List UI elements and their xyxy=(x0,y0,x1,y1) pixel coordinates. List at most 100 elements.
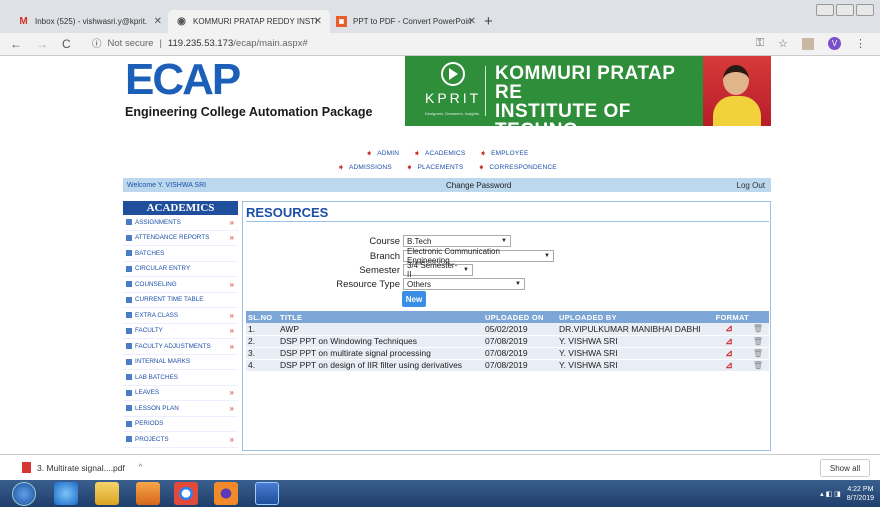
url-field[interactable]: ⓘ Not secure | 119.235.53.173/ecap/main.… xyxy=(92,36,308,51)
forward-icon[interactable]: → xyxy=(36,37,48,51)
sidebar-item-label: CURRENT TIME TABLE xyxy=(135,296,204,304)
minimize-button[interactable] xyxy=(816,4,834,16)
download-item[interactable]: 3. Multirate signal....pdf ^ xyxy=(22,462,142,473)
table-header-row: SL.NO TITLE UPLOADED ON UPLOADED BY FORM… xyxy=(246,311,769,323)
welcome-bar: Welcome Y. VISHWA SRI Change Password Lo… xyxy=(123,178,771,192)
menu-admissions[interactable]: ➧ ADMISSIONS xyxy=(337,162,392,173)
chevron-down-icon: ▼ xyxy=(544,253,550,259)
pdf-icon[interactable]: ⊿ xyxy=(725,348,733,358)
explorer-icon[interactable] xyxy=(95,482,119,505)
cell-slno: 3. xyxy=(246,347,278,360)
chrome-icon[interactable] xyxy=(174,482,198,505)
sidebar-item[interactable]: ASSIGNMENTS » xyxy=(123,215,238,231)
sidebar-item[interactable]: CIRCULAR ENTRY xyxy=(123,262,238,277)
folder-icon xyxy=(126,250,132,257)
sidebar-item[interactable]: PERIODS xyxy=(123,417,238,432)
back-icon[interactable]: ← xyxy=(10,37,22,51)
security-label: Not secure xyxy=(107,37,154,49)
trash-icon[interactable]: 🗑 xyxy=(753,337,763,346)
chevron-right-icon: » xyxy=(229,403,234,413)
pdf-icon[interactable]: ⊿ xyxy=(725,336,733,346)
sidebar-item[interactable]: FACULTY » xyxy=(123,324,238,339)
downloads-bar: 3. Multirate signal....pdf ^ Show all xyxy=(0,454,880,480)
close-icon[interactable]: ✕ xyxy=(154,16,162,27)
start-button[interactable] xyxy=(12,482,36,506)
resource-type-label: Resource Type xyxy=(336,278,400,290)
ie-icon[interactable] xyxy=(54,482,78,505)
sidebar-item[interactable]: EXTRA CLASS » xyxy=(123,308,238,324)
cell-slno: 2. xyxy=(246,335,278,348)
sidebar: ACADEMICS ASSIGNMENTS» ATTENDANCE REPORTS… xyxy=(123,201,238,449)
menu-employee[interactable]: ➧ EMPLOYEE xyxy=(479,148,528,159)
new-button[interactable]: New xyxy=(402,291,426,307)
show-all-button[interactable]: Show all xyxy=(820,459,870,477)
tray-icons[interactable]: ▴ ◧ ◨ xyxy=(820,490,841,498)
tab-title: Inbox (525) - vishwasri.y@kprit. xyxy=(35,17,148,26)
star-icon[interactable]: ☆ xyxy=(778,37,788,50)
sidebar-item[interactable]: FACULTY ADJUSTMENTS » xyxy=(123,339,238,355)
new-tab-button[interactable]: + xyxy=(484,13,493,30)
menu-placements[interactable]: ➧ PLACEMENTS xyxy=(406,162,464,173)
chevron-right-icon: » xyxy=(229,310,234,320)
key-icon[interactable]: ⚿ xyxy=(756,37,764,50)
sidebar-item[interactable]: LAB BATCHES xyxy=(123,370,238,386)
folder-icon xyxy=(126,374,132,381)
sidebar-item[interactable]: COUNSELING » xyxy=(123,277,238,293)
trash-icon[interactable]: 🗑 xyxy=(753,324,763,333)
sidebar-item[interactable]: CURRENT TIME TABLE xyxy=(123,293,238,308)
menu-academics[interactable]: ➧ ACADEMICS xyxy=(413,148,465,159)
sidebar-item[interactable]: INTERNAL MARKS xyxy=(123,355,238,370)
clock[interactable]: 4:22 PM 8/7/2019 xyxy=(847,485,874,503)
menu-icon[interactable]: ⋮ xyxy=(855,37,866,50)
close-icon[interactable]: ✕ xyxy=(468,16,476,27)
tab-gmail[interactable]: M Inbox (525) - vishwasri.y@kprit. ✕ xyxy=(10,10,170,33)
tab-kprit[interactable]: ◉ KOMMURI PRATAP REDDY INSTI ✕ xyxy=(168,10,330,33)
cell-uploaded-by: DR.VIPULKUMAR MANIBHAI DABHI xyxy=(557,323,707,336)
reload-icon[interactable]: C xyxy=(62,37,71,51)
semester-value: 3/4 Semester-II xyxy=(407,261,458,279)
folder-icon xyxy=(126,389,132,396)
media-player-icon[interactable] xyxy=(136,482,160,505)
sidebar-item[interactable]: ATTENDANCE REPORTS » xyxy=(123,231,238,246)
menu-admin[interactable]: ➧ ADMIN xyxy=(365,148,399,159)
resource-type-select[interactable]: Others ▼ xyxy=(403,278,525,290)
cell-uploaded-by: Y. VISHWA SRI xyxy=(557,359,707,372)
word-icon[interactable] xyxy=(255,482,279,505)
change-password-link[interactable]: Change Password xyxy=(446,181,511,190)
sidebar-item-label: FACULTY ADJUSTMENTS xyxy=(135,342,211,350)
table-row: 2. DSP PPT on Windowing Techniques 07/08/2… xyxy=(246,335,769,348)
trash-icon[interactable]: 🗑 xyxy=(753,361,763,370)
pdf-icon[interactable]: ⊿ xyxy=(725,360,733,370)
kprit-emblem-icon xyxy=(441,62,465,86)
col-title: TITLE xyxy=(278,311,483,323)
sidebar-item[interactable]: PROJECTS » xyxy=(123,432,238,448)
profile-avatar[interactable]: V xyxy=(828,37,841,50)
course-select[interactable]: B.Tech ▼ xyxy=(403,235,511,247)
cell-slno: 4. xyxy=(246,359,278,372)
sidebar-item[interactable]: LESSON PLAN » xyxy=(123,401,238,417)
gmail-icon: M xyxy=(19,16,28,27)
extension-icon[interactable] xyxy=(802,37,814,50)
col-uploaded-on: UPLOADED ON xyxy=(483,311,557,323)
sidebar-item-label: ATTENDANCE REPORTS xyxy=(135,234,210,242)
maximize-button[interactable] xyxy=(836,4,854,16)
menu-correspondence[interactable]: ➧ CORRESPONDENCE xyxy=(478,162,557,173)
pdf-icon[interactable]: ⊿ xyxy=(725,323,733,333)
download-filename: 3. Multirate signal....pdf xyxy=(37,462,125,473)
semester-row: Semester 3/4 Semester-II ▼ xyxy=(243,261,772,279)
close-window-button[interactable] xyxy=(856,4,874,16)
close-icon[interactable]: ✕ xyxy=(314,16,322,27)
chevron-up-icon[interactable]: ^ xyxy=(139,464,142,471)
info-icon[interactable]: ⓘ xyxy=(92,36,102,50)
cell-title: DSP PPT on multirate signal processing xyxy=(278,347,483,360)
logout-link[interactable]: Log Out xyxy=(737,181,765,190)
sidebar-item[interactable]: BATCHES xyxy=(123,246,238,262)
tab-ppt2pdf[interactable]: ▣ PPT to PDF - Convert PowerPoin ✕ xyxy=(328,10,484,33)
trash-icon[interactable]: 🗑 xyxy=(753,349,763,358)
sidebar-item[interactable]: LEAVES » xyxy=(123,386,238,401)
sidebar-item-label: BATCHES xyxy=(135,249,165,257)
semester-select[interactable]: 3/4 Semester-II ▼ xyxy=(403,261,473,279)
firefox-icon[interactable] xyxy=(214,482,238,505)
menu-arrow-icon: ➧ xyxy=(477,162,486,172)
chevron-right-icon: » xyxy=(229,388,234,398)
